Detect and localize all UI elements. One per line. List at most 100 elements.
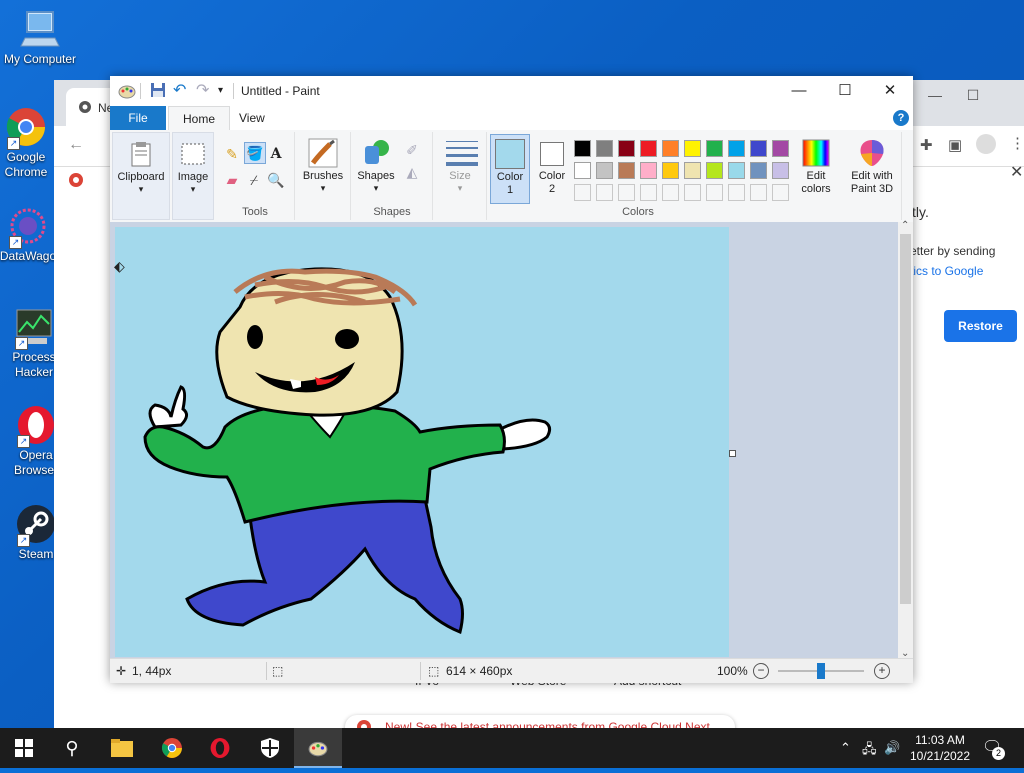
tab-view[interactable]: View: [225, 106, 279, 130]
color2-button[interactable]: Color 2: [534, 134, 570, 196]
chrome-icon: [161, 738, 182, 758]
computer-icon: [19, 8, 61, 50]
scrollbar-thumb[interactable]: [900, 234, 911, 604]
brushes-button[interactable]: Brushes ▾: [296, 134, 350, 194]
palette-swatch[interactable]: [640, 140, 657, 157]
shapes-button[interactable]: Shapes ▾: [352, 134, 400, 194]
size-button[interactable]: Size ▾: [434, 134, 486, 194]
palette-swatch[interactable]: [728, 162, 745, 179]
edit-colors-button[interactable]: Edit colors: [794, 134, 838, 196]
palette-swatch[interactable]: [684, 140, 701, 157]
color1-button[interactable]: Color 1: [490, 134, 530, 204]
custom-color-slot[interactable]: [684, 184, 701, 201]
palette-swatch[interactable]: [596, 140, 613, 157]
ribbon: Clipboard ▾ Image ▾ ✎ 🪣 A ▰ ⌿ 🔍 Tools Br…: [110, 130, 913, 223]
resize-handle[interactable]: [729, 450, 736, 457]
customize-qat-icon[interactable]: ▾: [218, 85, 223, 103]
zoom-in-button[interactable]: +: [874, 663, 890, 679]
palette-swatch[interactable]: [750, 162, 767, 179]
side-panel-icon[interactable]: ▣: [948, 136, 962, 154]
restore-button[interactable]: Restore: [944, 310, 1017, 342]
edit-paint3d-button[interactable]: Edit with Paint 3D: [846, 134, 898, 196]
palette-swatch[interactable]: [662, 162, 679, 179]
desktop-icon-my-computer[interactable]: My Computer: [0, 8, 80, 67]
palette-swatch[interactable]: [772, 140, 789, 157]
notifications-button[interactable]: 🗨 2: [982, 737, 1005, 760]
fill-cursor-icon: ⬖: [114, 258, 125, 274]
brushes-group: Brushes ▾: [296, 132, 351, 220]
redo-icon[interactable]: ↷: [196, 80, 209, 99]
outline-icon[interactable]: ✐: [402, 140, 422, 160]
search-button[interactable]: ⚲: [48, 728, 96, 768]
close-button[interactable]: ✕: [867, 76, 913, 106]
scroll-up-icon[interactable]: ⌃: [901, 220, 909, 231]
menu-dots-icon[interactable]: ⋮: [1010, 134, 1024, 152]
canvas-size-icon: ⬚: [428, 664, 440, 678]
close-icon[interactable]: ✕: [1010, 162, 1023, 182]
folder-icon: [111, 739, 133, 757]
pencil-icon[interactable]: ✎: [222, 144, 242, 164]
zoom-out-button[interactable]: −: [753, 663, 769, 679]
save-icon[interactable]: [150, 82, 166, 100]
minimize-button[interactable]: —: [776, 76, 822, 106]
custom-color-slot[interactable]: [574, 184, 591, 201]
custom-color-slot[interactable]: [596, 184, 613, 201]
undo-icon[interactable]: ↶: [173, 80, 186, 99]
fill-icon[interactable]: 🪣: [244, 142, 266, 164]
network-icon[interactable]: 🖧: [862, 740, 877, 762]
extensions-icon[interactable]: ✚: [920, 136, 933, 154]
palette-swatch[interactable]: [706, 140, 723, 157]
custom-color-slot[interactable]: [728, 184, 745, 201]
start-button[interactable]: [0, 728, 48, 768]
taskbar-security[interactable]: [246, 728, 294, 768]
drawing-canvas[interactable]: [115, 227, 729, 657]
clipboard-button[interactable]: Clipboard ▾: [113, 135, 169, 195]
palette-swatch[interactable]: [750, 140, 767, 157]
tab-home[interactable]: Home: [168, 106, 231, 130]
taskbar-file-explorer[interactable]: [98, 728, 146, 768]
vertical-scrollbar[interactable]: ⌃ ⌄: [898, 220, 913, 659]
custom-color-slot[interactable]: [640, 184, 657, 201]
fill-shape-icon[interactable]: ◭: [402, 162, 422, 182]
palette-swatch[interactable]: [706, 162, 723, 179]
eraser-icon[interactable]: ▰: [222, 170, 242, 190]
custom-color-slot[interactable]: [772, 184, 789, 201]
custom-color-slot[interactable]: [750, 184, 767, 201]
palette-swatch[interactable]: [728, 140, 745, 157]
palette-swatch[interactable]: [618, 140, 635, 157]
custom-color-slot[interactable]: [662, 184, 679, 201]
palette-swatch[interactable]: [772, 162, 789, 179]
custom-color-slot[interactable]: [618, 184, 635, 201]
palette-swatch[interactable]: [596, 162, 613, 179]
volume-icon[interactable]: 🔊: [884, 740, 900, 756]
palette-swatch[interactable]: [618, 162, 635, 179]
profile-icon[interactable]: [976, 134, 996, 154]
taskbar-chrome[interactable]: [148, 728, 196, 768]
palette-swatch[interactable]: [662, 140, 679, 157]
tab-file[interactable]: File: [110, 106, 166, 130]
color-picker-icon[interactable]: ⌿: [244, 170, 264, 190]
custom-color-slot[interactable]: [706, 184, 723, 201]
magnifier-icon[interactable]: 🔍: [266, 170, 286, 190]
back-arrow-icon[interactable]: ←: [68, 136, 84, 154]
zoom-slider-thumb[interactable]: [817, 663, 825, 679]
text-icon[interactable]: A: [266, 144, 286, 164]
show-hidden-icons-icon[interactable]: ⌃: [840, 740, 851, 756]
help-icon[interactable]: ?: [893, 110, 909, 126]
canvas-size: 614 × 460px: [446, 664, 513, 678]
palette-swatch[interactable]: [574, 162, 591, 179]
chrome-content-text: etter by sending: [910, 244, 996, 258]
taskbar-opera[interactable]: [196, 728, 244, 768]
clock-date: 10/21/2022: [909, 749, 971, 763]
chrome-content-link[interactable]: tics to Google: [910, 264, 983, 278]
chrome-maximize-button[interactable]: ☐: [950, 80, 996, 110]
palette-swatch[interactable]: [684, 162, 701, 179]
taskbar-paint[interactable]: [294, 728, 342, 768]
canvas-area[interactable]: ⬖: [110, 222, 898, 658]
image-button[interactable]: Image ▾: [173, 135, 213, 195]
status-bar: ✛ 1, 44px ⬚ ⬚ 614 × 460px 100% − +: [110, 658, 913, 683]
palette-swatch[interactable]: [640, 162, 657, 179]
taskbar-clock[interactable]: 11:03 AM 10/21/2022: [905, 732, 975, 764]
palette-swatch[interactable]: [574, 140, 591, 157]
maximize-button[interactable]: ☐: [822, 76, 868, 106]
